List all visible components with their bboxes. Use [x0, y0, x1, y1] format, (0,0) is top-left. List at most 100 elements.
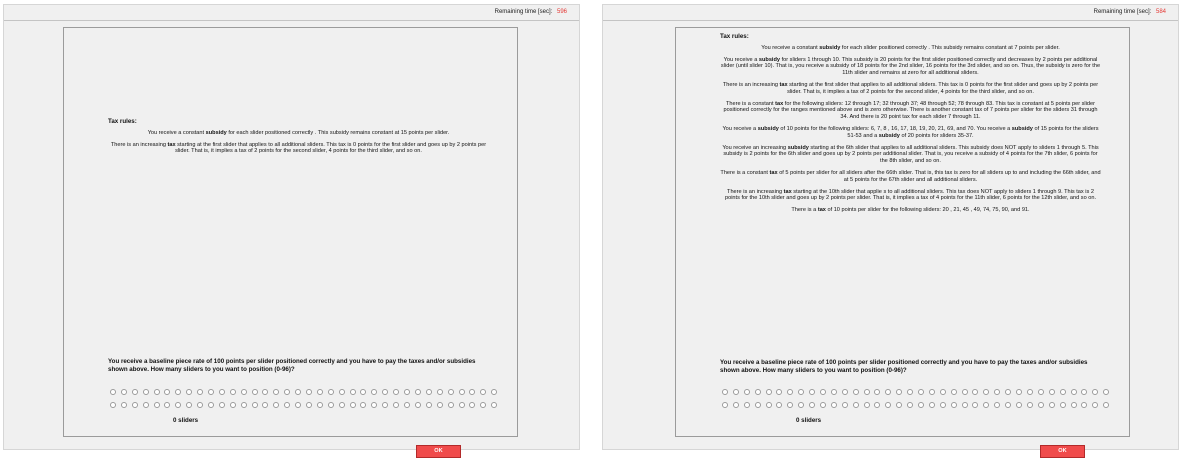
slider-count-radio[interactable]: [1037, 389, 1044, 395]
slider-count-radio[interactable]: [229, 389, 236, 395]
slider-count-radio[interactable]: [327, 402, 334, 408]
slider-count-radio[interactable]: [1026, 389, 1033, 395]
slider-count-radio[interactable]: [809, 389, 816, 395]
slider-count-radio[interactable]: [197, 389, 204, 395]
slider-count-radio[interactable]: [1026, 402, 1033, 408]
slider-count-radio[interactable]: [414, 402, 421, 408]
slider-count-radio[interactable]: [1016, 402, 1023, 408]
slider-count-radio[interactable]: [480, 402, 487, 408]
slider-count-radio[interactable]: [349, 389, 356, 395]
slider-count-radio[interactable]: [208, 402, 215, 408]
slider-count-radio[interactable]: [295, 402, 302, 408]
slider-count-radio[interactable]: [371, 402, 378, 408]
slider-count-radio[interactable]: [874, 402, 881, 408]
slider-count-radio[interactable]: [950, 389, 957, 395]
slider-count-radio[interactable]: [896, 402, 903, 408]
slider-count-radio[interactable]: [436, 402, 443, 408]
slider-count-radio[interactable]: [131, 402, 138, 408]
slider-count-radio[interactable]: [360, 402, 367, 408]
slider-count-radio[interactable]: [186, 402, 193, 408]
slider-count-radio[interactable]: [1005, 402, 1012, 408]
slider-count-radio[interactable]: [371, 389, 378, 395]
slider-count-radio[interactable]: [327, 389, 334, 395]
slider-count-radio[interactable]: [110, 389, 116, 395]
slider-count-radio[interactable]: [382, 389, 389, 395]
slider-count-radio[interactable]: [120, 402, 127, 408]
slider-count-radio[interactable]: [1048, 402, 1055, 408]
slider-count-radio[interactable]: [393, 389, 400, 395]
slider-count-radio[interactable]: [928, 389, 935, 395]
slider-count-radio[interactable]: [316, 402, 323, 408]
slider-count-radio[interactable]: [885, 389, 892, 395]
slider-count-radio[interactable]: [458, 389, 465, 395]
slider-count-radio[interactable]: [1103, 402, 1110, 408]
slider-count-radio[interactable]: [469, 402, 476, 408]
slider-count-radio[interactable]: [284, 402, 291, 408]
slider-count-radio[interactable]: [251, 402, 258, 408]
slider-count-radio[interactable]: [1059, 389, 1066, 395]
slider-count-radio[interactable]: [852, 402, 859, 408]
slider-count-radio[interactable]: [994, 402, 1001, 408]
slider-count-radio[interactable]: [765, 402, 772, 408]
slider-count-radio[interactable]: [306, 402, 313, 408]
slider-count-radio[interactable]: [732, 402, 739, 408]
slider-count-radio[interactable]: [787, 402, 794, 408]
slider-count-radio[interactable]: [316, 389, 323, 395]
slider-count-radio[interactable]: [295, 389, 302, 395]
slider-count-radio[interactable]: [918, 389, 925, 395]
slider-count-radio[interactable]: [896, 389, 903, 395]
slider-count-radio[interactable]: [787, 389, 794, 395]
slider-count-radio[interactable]: [425, 402, 432, 408]
slider-count-radio[interactable]: [1092, 402, 1099, 408]
slider-count-radio[interactable]: [262, 402, 269, 408]
slider-count-radio[interactable]: [776, 402, 783, 408]
slider-count-radio[interactable]: [284, 389, 291, 395]
slider-count-radio[interactable]: [469, 389, 476, 395]
slider-count-radio[interactable]: [229, 402, 236, 408]
slider-count-radio[interactable]: [1081, 389, 1088, 395]
slider-count-radio[interactable]: [175, 389, 182, 395]
slider-count-radio[interactable]: [798, 389, 805, 395]
slider-count-radio[interactable]: [1037, 402, 1044, 408]
slider-count-radio[interactable]: [404, 402, 411, 408]
slider-count-radio[interactable]: [863, 402, 870, 408]
ok-button[interactable]: OK: [1040, 445, 1085, 458]
slider-count-radio[interactable]: [809, 402, 816, 408]
slider-count-radio[interactable]: [961, 389, 968, 395]
slider-count-radio[interactable]: [142, 389, 149, 395]
slider-count-radio[interactable]: [480, 389, 487, 395]
slider-count-radio[interactable]: [436, 389, 443, 395]
slider-count-radio[interactable]: [983, 402, 990, 408]
slider-count-radio[interactable]: [218, 389, 225, 395]
slider-count-radio[interactable]: [110, 402, 116, 408]
slider-count-radio[interactable]: [349, 402, 356, 408]
slider-count-radio[interactable]: [175, 402, 182, 408]
slider-count-radio[interactable]: [447, 389, 454, 395]
slider-count-radio[interactable]: [240, 389, 247, 395]
slider-count-radio[interactable]: [404, 389, 411, 395]
slider-count-radio[interactable]: [830, 389, 837, 395]
slider-count-radio[interactable]: [1070, 402, 1077, 408]
slider-count-radio[interactable]: [776, 389, 783, 395]
slider-count-radio[interactable]: [491, 389, 498, 395]
slider-count-radio[interactable]: [754, 402, 761, 408]
slider-count-radio[interactable]: [972, 402, 979, 408]
slider-count-radio[interactable]: [841, 389, 848, 395]
slider-count-radio[interactable]: [447, 402, 454, 408]
slider-count-radio[interactable]: [765, 389, 772, 395]
slider-count-radio[interactable]: [425, 389, 432, 395]
slider-count-radio[interactable]: [393, 402, 400, 408]
slider-count-radio[interactable]: [1092, 389, 1099, 395]
slider-count-radio[interactable]: [907, 389, 914, 395]
slider-count-radio[interactable]: [153, 389, 160, 395]
slider-count-radio[interactable]: [120, 389, 127, 395]
slider-count-radio[interactable]: [218, 402, 225, 408]
slider-count-radio[interactable]: [1048, 389, 1055, 395]
slider-count-radio[interactable]: [197, 402, 204, 408]
slider-count-radio[interactable]: [164, 402, 171, 408]
slider-count-radio[interactable]: [961, 402, 968, 408]
slider-count-radio[interactable]: [798, 402, 805, 408]
slider-count-radio[interactable]: [153, 402, 160, 408]
slider-count-radio[interactable]: [885, 402, 892, 408]
slider-count-radio[interactable]: [273, 402, 280, 408]
